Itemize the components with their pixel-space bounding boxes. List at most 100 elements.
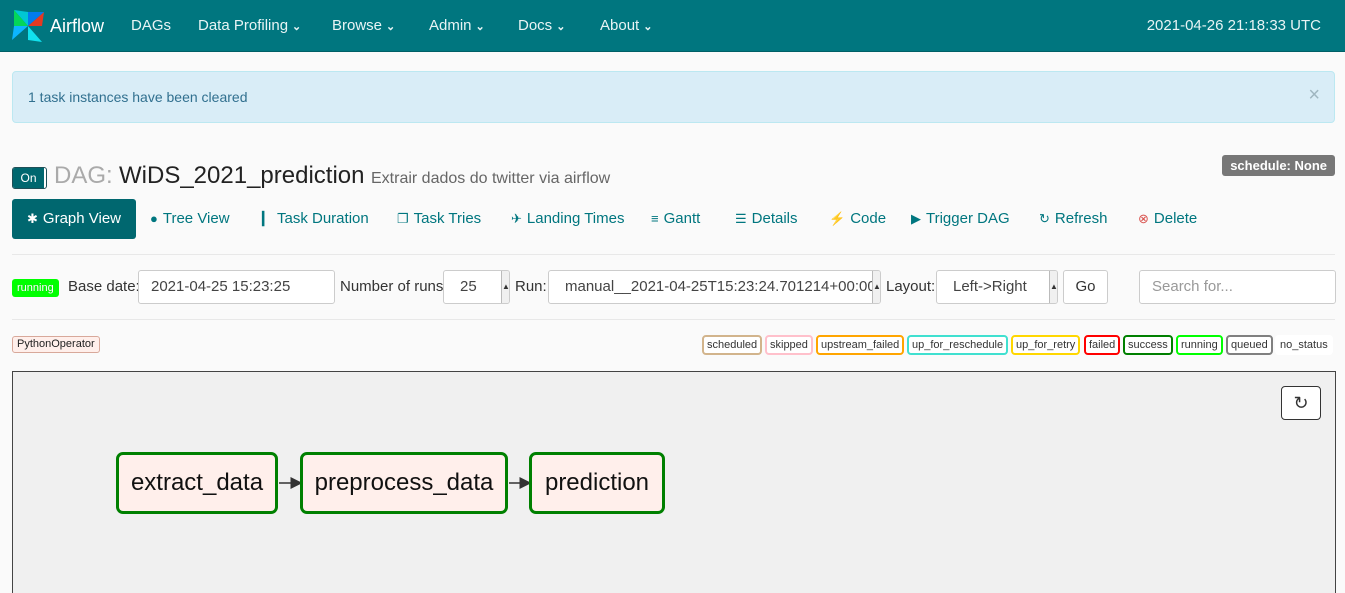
nav-docs[interactable]: Docs ⌄ — [518, 0, 565, 52]
tab-label: Task Duration — [277, 210, 369, 227]
num-runs-value: 25 — [460, 278, 477, 295]
nav-browse[interactable]: Browse ⌄ — [332, 0, 395, 52]
tab-gantt[interactable]: ≡ Gantt — [651, 199, 700, 239]
state-legend-success: success — [1123, 335, 1173, 355]
nav-dags-label: DAGs — [131, 17, 172, 34]
tab-label: Landing Times — [526, 210, 625, 227]
dag-title: WiDS_2021_prediction — [119, 162, 365, 189]
state-legend-no-status: no_status — [1275, 335, 1333, 355]
info-alert: 1 task instances have been cleared × — [12, 71, 1335, 123]
run-label: Run: — [515, 278, 547, 295]
nav-docs-label: Docs — [518, 17, 553, 34]
layout-select[interactable]: Left->Right ▲▼ — [936, 270, 1058, 304]
close-icon[interactable]: × — [1308, 85, 1320, 105]
select-arrow-icon: ▲▼ — [1049, 271, 1057, 303]
nav-data-profiling-label: Data Profiling — [198, 17, 289, 34]
dag-run-state-badge: running — [12, 279, 59, 297]
task-node-extract-data[interactable]: extract_data — [116, 452, 278, 514]
tab-label: Refresh — [1054, 210, 1108, 227]
plane-icon: ✈ — [511, 211, 522, 226]
state-legend-skipped: skipped — [765, 335, 813, 355]
state-legend-scheduled: scheduled — [702, 335, 763, 355]
toggle-on-label: On — [13, 168, 44, 188]
chevron-down-icon: ⌄ — [386, 21, 396, 33]
state-legend-failed: failed — [1084, 335, 1121, 355]
tab-label: Task Tries — [413, 210, 482, 227]
tree-icon: ● — [150, 211, 158, 226]
tab-label: Graph View — [42, 210, 122, 227]
nav-data-profiling[interactable]: Data Profiling ⌄ — [198, 0, 301, 52]
dag-pause-toggle[interactable]: On — [12, 167, 47, 189]
divider — [12, 254, 1335, 255]
tab-trigger-dag[interactable]: ▶ Trigger DAG — [911, 199, 1010, 239]
play-circle-icon: ▶ — [911, 211, 921, 226]
state-legend-up-for-reschedule: up_for_reschedule — [907, 335, 1009, 355]
bar-chart-icon: ▎ — [262, 211, 272, 226]
run-value: manual__2021-04-25T15:23:24.701214+00:00 — [565, 278, 876, 295]
tab-label: Trigger DAG — [926, 210, 1010, 227]
nav-dags[interactable]: DAGs — [131, 0, 171, 52]
nav-admin-label: Admin — [429, 17, 472, 34]
search-placeholder: Search for... — [1152, 278, 1233, 295]
chevron-down-icon: ⌄ — [556, 21, 566, 33]
tab-graph-view[interactable]: ✱ Graph View — [12, 199, 137, 239]
divider — [12, 319, 1335, 320]
chevron-down-icon: ⌄ — [292, 21, 302, 33]
airflow-logo[interactable]: Airflow — [10, 8, 104, 44]
search-input[interactable]: Search for... — [1139, 270, 1336, 304]
list-icon: ☰ — [735, 211, 747, 226]
state-legend-queued: queued — [1226, 335, 1273, 355]
layout-value: Left->Right — [953, 278, 1027, 295]
tab-tree-view[interactable]: ● Tree View — [150, 199, 230, 239]
tab-label: Code — [850, 210, 887, 227]
server-time: 2021-04-26 21:18:33 UTC — [1146, 17, 1321, 34]
state-legend-running: running — [1176, 335, 1223, 355]
run-select[interactable]: manual__2021-04-25T15:23:24.701214+00:00… — [548, 270, 881, 304]
tab-label: Delete — [1153, 210, 1198, 227]
tab-label: Tree View — [162, 210, 230, 227]
nav-about-label: About — [600, 17, 640, 34]
dag-graph-canvas[interactable]: ↻ extract_data preprocess_data predictio… — [12, 371, 1336, 593]
flash-icon: ⚡ — [829, 211, 846, 226]
tab-task-tries[interactable]: ❐ Task Tries — [397, 199, 481, 239]
alert-message: 1 task instances have been cleared — [28, 89, 248, 105]
tab-landing-times[interactable]: ✈ Landing Times — [511, 199, 624, 239]
tab-refresh[interactable]: ↻ Refresh — [1039, 199, 1107, 239]
tab-task-duration[interactable]: ▎ Task Duration — [262, 199, 369, 239]
tab-label: Details — [751, 210, 798, 227]
base-date-label: Base date: — [68, 278, 140, 295]
refresh-icon: ↻ — [1039, 211, 1050, 226]
dag-label: DAG: — [54, 162, 113, 189]
schedule-badge: schedule: None — [1222, 155, 1335, 176]
remove-circle-icon: ⊗ — [1138, 211, 1149, 226]
asterisk-icon: ✱ — [27, 211, 38, 226]
num-runs-select[interactable]: 25 ▲▼ — [443, 270, 510, 304]
operator-legend-item: PythonOperator — [12, 336, 100, 353]
chevron-down-icon: ⌄ — [475, 21, 485, 33]
tab-delete[interactable]: ⊗ Delete — [1138, 199, 1197, 239]
base-date-input[interactable]: 2021-04-25 15:23:25 — [138, 270, 335, 304]
duplicate-icon: ❐ — [397, 211, 409, 226]
nav-admin[interactable]: Admin ⌄ — [429, 0, 485, 52]
align-left-icon: ≡ — [651, 211, 659, 226]
task-node-prediction[interactable]: prediction — [529, 452, 665, 514]
task-node-preprocess-data[interactable]: preprocess_data — [300, 452, 508, 514]
tab-code[interactable]: ⚡ Code — [829, 199, 886, 239]
top-navbar: Airflow DAGs Data Profiling ⌄ Browse ⌄ Adm… — [0, 0, 1345, 52]
base-date-value: 2021-04-25 15:23:25 — [151, 278, 291, 295]
dag-description: Extrair dados do twitter via airflow — [371, 170, 611, 187]
select-arrow-icon: ▲▼ — [501, 271, 509, 303]
layout-label: Layout: — [886, 278, 936, 295]
num-runs-label: Number of runs: — [340, 278, 448, 295]
tab-label: Gantt — [663, 210, 701, 227]
state-legend-upstream-failed: upstream_failed — [816, 335, 905, 355]
go-button[interactable]: Go — [1063, 270, 1108, 304]
chevron-down-icon: ⌄ — [643, 21, 653, 33]
tab-details[interactable]: ☰ Details — [735, 199, 798, 239]
select-arrow-icon: ▲▼ — [872, 271, 880, 303]
nav-browse-label: Browse — [332, 17, 383, 34]
nav-about[interactable]: About ⌄ — [600, 0, 652, 52]
pinwheel-icon — [12, 10, 44, 42]
brand-name: Airflow — [50, 15, 105, 36]
state-legend-up-for-retry: up_for_retry — [1011, 335, 1081, 355]
